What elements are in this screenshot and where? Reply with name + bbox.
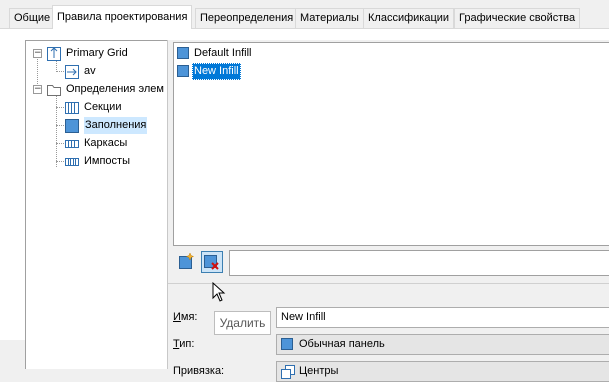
binding-centers-icon bbox=[281, 365, 295, 379]
list-item-label: New Infill bbox=[192, 63, 241, 80]
definition-panel: Default Infill New Infill Имя: New Infil bbox=[167, 40, 609, 382]
tree-item-element-definitions[interactable]: − Определения элем bbox=[26, 81, 166, 98]
tab-design-rules[interactable]: Правила проектирования bbox=[52, 5, 193, 29]
tree-item-frames[interactable]: Каркасы bbox=[26, 135, 166, 152]
name-input[interactable]: New Infill bbox=[276, 307, 609, 328]
tab-general[interactable]: Общие bbox=[9, 8, 56, 28]
tree-item-infills[interactable]: Заполнения bbox=[26, 117, 166, 134]
binding-select-value: Центры bbox=[299, 365, 339, 377]
tree-item-sections[interactable]: Секции bbox=[26, 99, 166, 116]
sections-icon bbox=[65, 102, 79, 114]
mullions-icon bbox=[65, 158, 79, 166]
tree-item-label: Заполнения bbox=[84, 117, 148, 134]
delete-infill-button[interactable] bbox=[201, 251, 223, 273]
tree-item-label: Определения элем bbox=[66, 83, 164, 95]
mouse-cursor-icon bbox=[212, 282, 226, 302]
tab-strip: Общие Правила проектирования Переопредел… bbox=[0, 0, 609, 30]
tree-item-primary-grid[interactable]: − Primary Grid bbox=[26, 45, 166, 62]
infill-icon bbox=[177, 65, 189, 77]
tab-graphic-properties[interactable]: Графические свойства bbox=[454, 8, 581, 28]
infill-list[interactable]: Default Infill New Infill bbox=[173, 42, 609, 246]
delete-infill-icon bbox=[204, 255, 219, 270]
type-select[interactable]: Обычная панель bbox=[276, 334, 609, 355]
infill-icon bbox=[65, 119, 79, 133]
frames-icon bbox=[65, 140, 79, 148]
tab-overrides[interactable]: Переопределения bbox=[195, 8, 299, 28]
tree-item-label: Каркасы bbox=[84, 137, 128, 149]
add-infill-icon bbox=[179, 252, 195, 269]
tree-item-mullions[interactable]: Импосты bbox=[26, 153, 166, 170]
tree-item-label: Импосты bbox=[84, 155, 130, 167]
binding-select[interactable]: Центры bbox=[276, 361, 609, 382]
tab-content: − Primary Grid av − Определения элем Сек… bbox=[0, 29, 609, 382]
grid-icon bbox=[47, 47, 61, 61]
tree-item-av[interactable]: av bbox=[26, 63, 166, 80]
tab-classifications[interactable]: Классификации bbox=[363, 8, 455, 28]
infill-icon bbox=[177, 47, 189, 59]
definition-tree[interactable]: − Primary Grid av − Определения элем Сек… bbox=[25, 40, 167, 369]
list-item-label: Default Infill bbox=[194, 47, 252, 59]
add-infill-button[interactable] bbox=[175, 251, 197, 273]
name-label: Имя: bbox=[173, 311, 198, 323]
properties-section: Имя: New Infill Удалить Тип: Обычная пан… bbox=[168, 282, 609, 382]
tree-item-label: Primary Grid bbox=[66, 47, 128, 59]
tab-materials[interactable]: Материалы bbox=[295, 8, 364, 28]
binding-label: Привязка: bbox=[173, 365, 225, 377]
grid-child-icon bbox=[65, 65, 79, 79]
tree-item-label: av bbox=[84, 65, 96, 77]
delete-tooltip: Удалить bbox=[214, 311, 271, 335]
list-toolbar-field bbox=[229, 250, 609, 276]
collapse-icon[interactable]: − bbox=[33, 49, 42, 58]
collapse-icon[interactable]: − bbox=[33, 85, 42, 94]
tree-item-label: Секции bbox=[84, 101, 122, 113]
folder-icon bbox=[47, 85, 61, 96]
